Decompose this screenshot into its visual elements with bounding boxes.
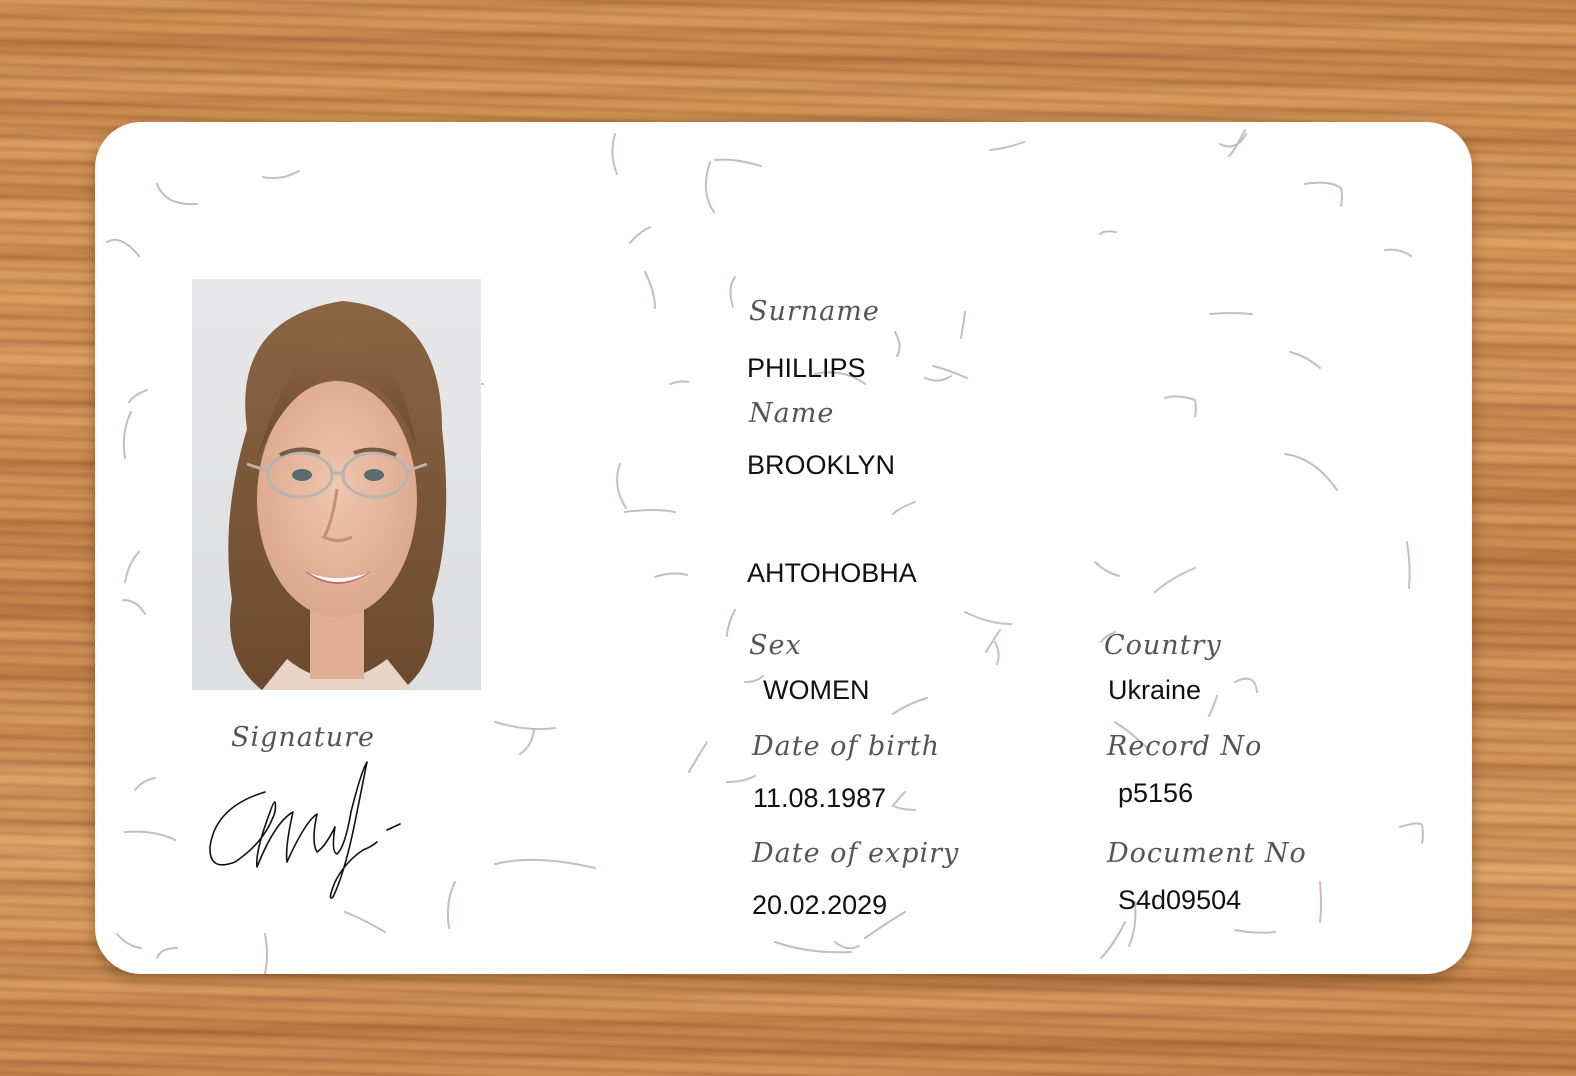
document-no-value: S4d09504 xyxy=(1118,885,1242,915)
portrait-photo xyxy=(192,279,481,690)
document-no-label: Document No xyxy=(1107,838,1307,869)
signature-label: Signature xyxy=(231,722,376,753)
country-label: Country xyxy=(1104,630,1222,661)
sex-value: WOMEN xyxy=(763,675,870,705)
country-value: Ukraine xyxy=(1108,675,1202,705)
date-of-birth-value: 11.08.1987 xyxy=(753,783,887,813)
signature-image xyxy=(209,761,401,899)
id-card: Signature Surname PHILLIPS Name BROOKLYN… xyxy=(95,122,1472,974)
record-no-label: Record No xyxy=(1107,731,1263,762)
date-of-expiry-value: 20.02.2029 xyxy=(752,890,888,920)
sex-label: Sex xyxy=(749,630,802,661)
date-of-birth-label: Date of birth xyxy=(752,731,941,762)
date-of-expiry-label: Date of expiry xyxy=(752,838,960,869)
portrait-illustration xyxy=(228,301,447,690)
surname-label: Surname xyxy=(749,296,880,327)
record-no-value: p5156 xyxy=(1118,778,1194,808)
name-label: Name xyxy=(749,398,835,429)
patronymic-value: АНТОНОВНА xyxy=(747,558,917,588)
surname-value: PHILLIPS xyxy=(747,353,866,383)
name-value: BROOKLYN xyxy=(747,450,896,480)
